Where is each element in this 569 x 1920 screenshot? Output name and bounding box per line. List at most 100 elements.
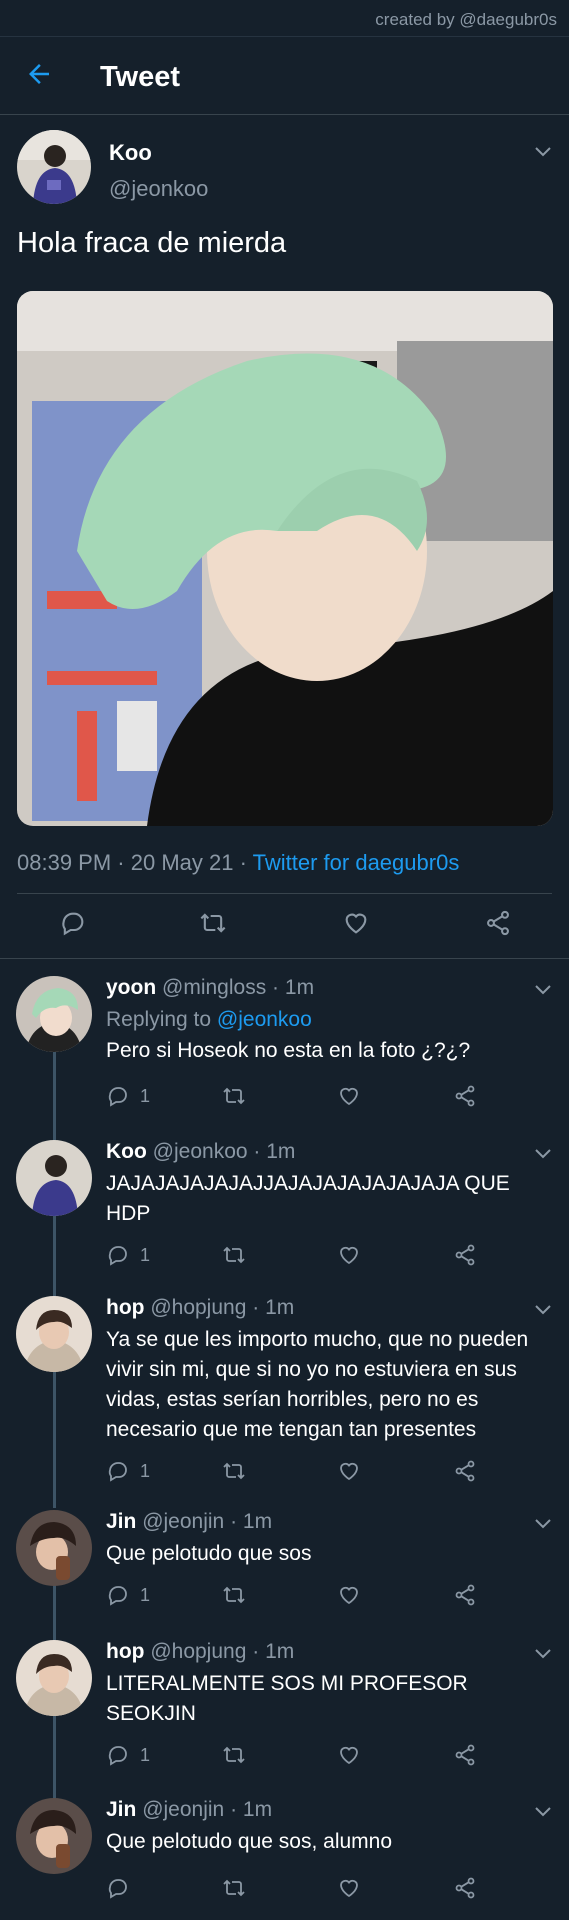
divider: [17, 893, 552, 894]
author-name[interactable]: Jin: [106, 1510, 136, 1533]
separator: ·: [252, 1296, 260, 1319]
share-icon[interactable]: [453, 1583, 477, 1607]
tweet-meta: 08:39 PM · 20 May 21 · Twitter for daegu…: [17, 850, 459, 876]
author-name[interactable]: hop: [106, 1296, 144, 1319]
avatar[interactable]: [17, 130, 91, 204]
reply-icon[interactable]: [106, 1243, 130, 1267]
like-icon[interactable]: [337, 1743, 361, 1767]
share-icon[interactable]: [453, 1459, 477, 1483]
retweet-icon[interactable]: [222, 1243, 246, 1267]
separator: ·: [272, 976, 280, 999]
chevron-down-icon[interactable]: [534, 1648, 552, 1660]
share-icon[interactable]: [453, 1743, 477, 1767]
reply-item[interactable]: hop @hopjung · 1m LITERALMENTE SOS MI PR…: [0, 1640, 569, 1780]
retweet-icon[interactable]: [222, 1084, 246, 1108]
separator: ·: [117, 850, 125, 875]
reply-header: yoon @mingloss · 1m: [106, 976, 314, 1000]
reply-icon[interactable]: [106, 1583, 130, 1607]
reply-text: Pero si Hoseok no esta en la foto ¿?¿?: [106, 1039, 471, 1062]
separator: ·: [230, 1798, 238, 1821]
arrow-left-icon[interactable]: [24, 59, 54, 89]
reply-actions: 1: [106, 1743, 549, 1771]
reply-count: 1: [140, 1086, 151, 1106]
reply-time: 1m: [266, 1140, 296, 1163]
like-icon[interactable]: [337, 1084, 361, 1108]
author-handle[interactable]: @mingloss: [162, 976, 266, 999]
reply-item[interactable]: hop @hopjung · 1m Ya se que les importo …: [0, 1296, 569, 1486]
like-icon[interactable]: [337, 1876, 361, 1900]
reply-count: 1: [140, 1245, 151, 1265]
reply-header: Jin @jeonjin · 1m: [106, 1798, 272, 1822]
reply-text: Ya se que les importo mucho, que no pued…: [106, 1328, 529, 1441]
tweet-date: 20 May 21: [130, 850, 234, 875]
reply-time: 1m: [265, 1296, 295, 1319]
avatar[interactable]: [16, 1510, 92, 1586]
chevron-down-icon[interactable]: [534, 984, 552, 996]
avatar[interactable]: [16, 1798, 92, 1874]
reply-time: 1m: [242, 1798, 273, 1821]
chevron-down-icon[interactable]: [534, 1806, 552, 1818]
watermark: created by @daegubr0s: [375, 10, 557, 29]
tweet-photo[interactable]: [17, 291, 553, 826]
author-handle[interactable]: @jeonjin: [142, 1798, 224, 1821]
chevron-down-icon[interactable]: [534, 1304, 552, 1316]
reply-count: 1: [140, 1461, 151, 1481]
author-name[interactable]: yoon: [106, 976, 156, 999]
avatar[interactable]: [16, 1296, 92, 1372]
reply-icon[interactable]: [106, 1084, 130, 1108]
retweet-icon[interactable]: [222, 1743, 246, 1767]
share-icon[interactable]: [453, 1084, 477, 1108]
separator: ·: [230, 1510, 238, 1533]
author-name[interactable]: Koo: [109, 140, 152, 166]
retweet-icon[interactable]: [199, 909, 227, 937]
share-icon[interactable]: [484, 909, 512, 937]
share-icon[interactable]: [453, 1243, 477, 1267]
author-handle[interactable]: @jeonjin: [142, 1510, 224, 1533]
author-name[interactable]: Jin: [106, 1798, 136, 1821]
reply-actions: 1: [106, 1243, 549, 1271]
avatar[interactable]: [16, 1640, 92, 1716]
author-name[interactable]: hop: [106, 1640, 144, 1663]
reply-icon[interactable]: [106, 1743, 130, 1767]
reply-item[interactable]: yoon @mingloss · 1m Replying to @jeonkoo…: [0, 976, 569, 1126]
chevron-down-icon[interactable]: [534, 1518, 552, 1530]
reply-actions: 1: [106, 1583, 549, 1611]
chevron-down-icon[interactable]: [534, 1148, 552, 1160]
avatar[interactable]: [16, 976, 92, 1052]
author-handle[interactable]: @hopjung: [150, 1296, 246, 1319]
reply-count: 1: [140, 1745, 151, 1765]
reply-item[interactable]: Jin @jeonjin · 1m Que pelotudo que sos 1: [0, 1510, 569, 1620]
reply-text: JAJAJAJAJAJAJJAJAJAJAJAJAJAJA QUE HDP: [106, 1172, 510, 1225]
like-icon[interactable]: [342, 909, 370, 937]
reply-icon[interactable]: [59, 909, 87, 937]
reply-icon[interactable]: [106, 1459, 130, 1483]
share-icon[interactable]: [453, 1876, 477, 1900]
reply-icon[interactable]: [106, 1876, 130, 1900]
reply-count: 1: [140, 1585, 151, 1605]
like-icon[interactable]: [337, 1243, 361, 1267]
mention-link[interactable]: @jeonkoo: [217, 1008, 312, 1031]
retweet-icon[interactable]: [222, 1459, 246, 1483]
separator: ·: [252, 1640, 260, 1663]
author-name[interactable]: Koo: [106, 1140, 147, 1163]
reply-text: Que pelotudo que sos: [106, 1542, 312, 1565]
avatar[interactable]: [16, 1140, 92, 1216]
tweet-source-link[interactable]: Twitter for daegubr0s: [253, 850, 460, 875]
like-icon[interactable]: [337, 1583, 361, 1607]
author-handle[interactable]: @jeonkoo: [153, 1140, 248, 1163]
reply-text: LITERALMENTE SOS MI PROFESOR SEOKJIN: [106, 1672, 468, 1725]
retweet-icon[interactable]: [222, 1583, 246, 1607]
retweet-icon[interactable]: [222, 1876, 246, 1900]
chevron-down-icon[interactable]: [534, 146, 552, 158]
author-handle[interactable]: @hopjung: [150, 1640, 246, 1663]
page-title: Tweet: [100, 61, 181, 93]
reply-item[interactable]: Jin @jeonjin · 1m Que pelotudo que sos, …: [0, 1798, 569, 1908]
separator: ·: [239, 850, 247, 875]
reply-time: 1m: [284, 976, 315, 999]
reply-time: 1m: [265, 1640, 295, 1663]
author-handle[interactable]: @jeonkoo: [109, 176, 208, 202]
reply-time: 1m: [242, 1510, 273, 1533]
like-icon[interactable]: [337, 1459, 361, 1483]
reply-actions: [106, 1876, 549, 1904]
reply-item[interactable]: Koo @jeonkoo · 1m JAJAJAJAJAJAJJAJAJAJAJ…: [0, 1140, 569, 1270]
